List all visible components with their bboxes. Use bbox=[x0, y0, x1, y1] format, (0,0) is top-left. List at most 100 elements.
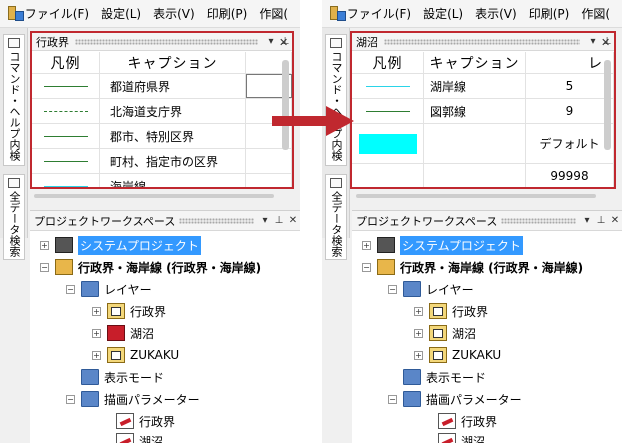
grip-dots[interactable] bbox=[75, 38, 258, 45]
dropdown-icon[interactable]: ▾ bbox=[264, 36, 278, 47]
row-value-cell[interactable]: 5 bbox=[526, 74, 614, 98]
layer-icon bbox=[429, 325, 447, 341]
close-icon[interactable]: ✕ bbox=[601, 36, 610, 49]
side-tab-all-data[interactable]: 全データ検索 bbox=[325, 174, 347, 260]
vertical-scrollbar[interactable] bbox=[604, 60, 611, 150]
menu-print[interactable]: 印刷(P) bbox=[207, 5, 248, 22]
table-row[interactable]: 湖岸線 5 bbox=[352, 74, 614, 99]
tree-node-param[interactable]: 行政界 bbox=[116, 411, 175, 431]
horizontal-scrollbar[interactable] bbox=[34, 194, 274, 198]
folder-icon bbox=[403, 391, 421, 407]
grip-dots[interactable] bbox=[384, 38, 580, 45]
row-value-cell[interactable]: 99998 bbox=[526, 164, 614, 187]
menu-bar: ファイル(F) 設定(L) 表示(V) 印刷(P) 作図( bbox=[0, 0, 300, 28]
expand-icon[interactable]: + bbox=[92, 306, 101, 316]
tree-node-layer[interactable]: + 湖沼 bbox=[92, 323, 154, 343]
tree-node-param[interactable]: 湖沼 bbox=[438, 431, 485, 443]
tree-node-param[interactable]: 行政界 bbox=[438, 411, 497, 431]
side-tab-all-data[interactable]: 全データ検索 bbox=[3, 174, 25, 260]
expand-icon[interactable]: + bbox=[40, 240, 49, 250]
grip-dots[interactable] bbox=[179, 217, 254, 224]
close-icon[interactable]: ✕ bbox=[286, 215, 300, 226]
collapse-icon[interactable]: − bbox=[388, 394, 397, 404]
workspace-header: プロジェクトワークスペース ▾ ⊥ ✕ bbox=[352, 211, 622, 231]
side-tab-command-help[interactable]: コマンド・ヘルプ内検索 bbox=[0, 34, 25, 166]
grip-dots[interactable] bbox=[501, 217, 576, 224]
table-row[interactable]: 郡市、特別区界 bbox=[32, 124, 292, 149]
menu-print[interactable]: 印刷(P) bbox=[529, 5, 570, 22]
tree-node-system-project[interactable]: + システムプロジェクト bbox=[362, 235, 523, 255]
tree-node-project[interactable]: − 行政界・海岸線 (行政界・海岸線) bbox=[362, 257, 583, 277]
col-header-caption[interactable]: キャプション bbox=[100, 52, 246, 73]
tree-node-layer[interactable]: + 湖沼 bbox=[414, 323, 476, 343]
row-value-cell[interactable] bbox=[246, 174, 292, 187]
side-tab-command-help[interactable]: コマンド・ヘルプ内検索 bbox=[322, 34, 347, 166]
horizontal-scrollbar[interactable] bbox=[356, 194, 596, 198]
menu-view[interactable]: 表示(V) bbox=[153, 5, 195, 22]
table-row[interactable]: 町村、指定市の区界 bbox=[32, 149, 292, 174]
search-panel-icon bbox=[330, 38, 342, 48]
expand-icon[interactable]: + bbox=[92, 328, 101, 338]
left-window: ファイル(F) 設定(L) 表示(V) 印刷(P) 作図( コマンド・ヘルプ内検… bbox=[0, 0, 300, 443]
folder-icon bbox=[403, 281, 421, 297]
tree-node-system-project[interactable]: + システムプロジェクト bbox=[40, 235, 201, 255]
tree-node-layer[interactable]: + 行政界 bbox=[92, 301, 166, 321]
row-value-cell[interactable]: 9 bbox=[526, 99, 614, 123]
expand-icon[interactable]: + bbox=[414, 306, 423, 316]
legend-panel: 湖沼 ▾ ⊥ 凡例 キャプション レ 湖岸線 5 図郭線 9 デフォルト 999… bbox=[350, 31, 616, 189]
tree-node-layers[interactable]: − レイヤー bbox=[388, 279, 474, 299]
collapse-icon[interactable]: − bbox=[362, 262, 371, 272]
pin-icon[interactable]: ⊥ bbox=[272, 215, 286, 226]
collapse-icon[interactable]: − bbox=[40, 262, 49, 272]
menu-draw[interactable]: 作図( bbox=[581, 5, 610, 22]
tree-node-display-mode[interactable]: 表示モード bbox=[81, 367, 164, 387]
table-row[interactable]: 都道府県界 bbox=[32, 74, 292, 99]
menu-settings[interactable]: 設定(L) bbox=[101, 5, 141, 22]
tree-node-layer[interactable]: + ZUKAKU bbox=[92, 345, 179, 365]
table-row[interactable]: 99998 bbox=[352, 164, 614, 187]
tree-node-layer[interactable]: + 行政界 bbox=[414, 301, 488, 321]
table-row[interactable]: 北海道支庁界 bbox=[32, 99, 292, 124]
dropdown-icon[interactable]: ▾ bbox=[258, 215, 272, 226]
expand-icon[interactable]: + bbox=[414, 350, 423, 360]
row-value-cell[interactable]: デフォルト bbox=[526, 124, 614, 163]
line-style-sample bbox=[365, 110, 410, 112]
tree-node-layers[interactable]: − レイヤー bbox=[66, 279, 152, 299]
menu-view[interactable]: 表示(V) bbox=[475, 5, 517, 22]
tree-node-layer[interactable]: + ZUKAKU bbox=[414, 345, 501, 365]
expand-icon[interactable]: + bbox=[414, 328, 423, 338]
dropdown-icon[interactable]: ▾ bbox=[586, 36, 600, 47]
tree-node-draw-params[interactable]: − 描画パラメーター bbox=[66, 389, 200, 409]
row-value-cell[interactable] bbox=[246, 149, 292, 173]
tree-node-display-mode[interactable]: 表示モード bbox=[403, 367, 486, 387]
tree-node-draw-params[interactable]: − 描画パラメーター bbox=[388, 389, 522, 409]
legend-panel: 行政界 ▾ ⊥ 凡例 キャプション 都道府県界 北海道支庁界 郡市、特別区界 町… bbox=[30, 31, 294, 189]
table-row[interactable]: デフォルト bbox=[352, 124, 614, 164]
col-header-legend[interactable]: 凡例 bbox=[32, 52, 100, 73]
tree-node-project[interactable]: − 行政界・海岸線 (行政界・海岸線) bbox=[40, 257, 261, 277]
menu-settings[interactable]: 設定(L) bbox=[423, 5, 463, 22]
collapse-icon[interactable]: − bbox=[66, 284, 75, 294]
collapse-icon[interactable]: − bbox=[388, 284, 397, 294]
menu-draw[interactable]: 作図( bbox=[259, 5, 288, 22]
vertical-scrollbar[interactable] bbox=[282, 60, 289, 150]
table-row[interactable]: 海岸線 bbox=[32, 174, 292, 187]
col-header-extra[interactable]: レ bbox=[526, 52, 614, 73]
tree-label: システムプロジェクト bbox=[78, 235, 201, 255]
table-row[interactable]: 図郭線 9 bbox=[352, 99, 614, 124]
expand-icon[interactable]: + bbox=[92, 350, 101, 360]
expand-icon[interactable]: + bbox=[362, 240, 371, 250]
pin-icon[interactable]: ⊥ bbox=[594, 215, 608, 226]
right-window: ファイル(F) 設定(L) 表示(V) 印刷(P) 作図( コマンド・ヘルプ内検… bbox=[322, 0, 622, 443]
close-icon[interactable]: ✕ bbox=[608, 215, 622, 226]
dropdown-icon[interactable]: ▾ bbox=[580, 215, 594, 226]
menu-file[interactable]: ファイル(F) bbox=[347, 5, 411, 22]
close-icon[interactable]: ✕ bbox=[279, 36, 288, 49]
collapse-icon[interactable]: − bbox=[66, 394, 75, 404]
col-header-legend[interactable]: 凡例 bbox=[352, 52, 424, 73]
legend-grid: 凡例 キャプション レ 湖岸線 5 図郭線 9 デフォルト 99998 bbox=[352, 52, 614, 187]
row-caption: 北海道支庁界 bbox=[100, 99, 246, 123]
tree-node-param[interactable]: 湖沼 bbox=[116, 431, 163, 443]
menu-file[interactable]: ファイル(F) bbox=[25, 5, 89, 22]
col-header-caption[interactable]: キャプション bbox=[424, 52, 526, 73]
